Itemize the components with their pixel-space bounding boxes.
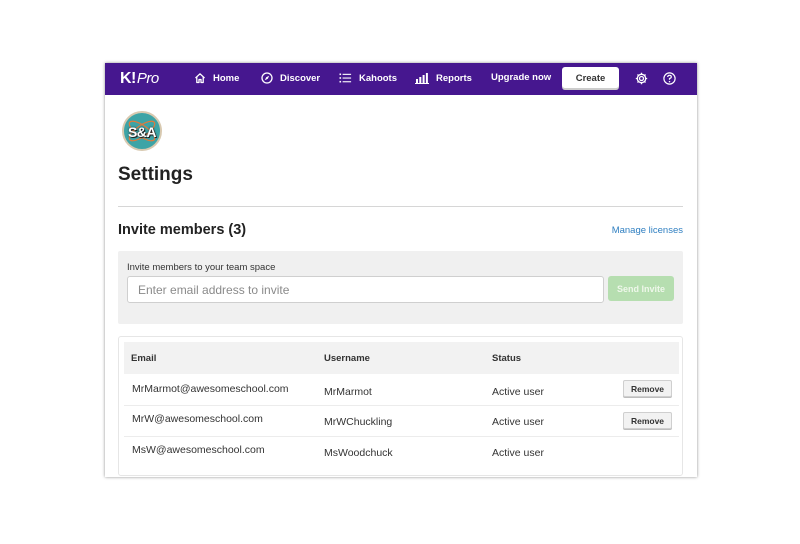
avatar-initials: S&A (127, 124, 157, 140)
table-row: MsW@awesomeschool.com MsWoodchuck Active… (124, 437, 679, 468)
home-icon (194, 72, 206, 84)
member-email: MsW@awesomeschool.com (132, 444, 265, 456)
top-nav: K! Pro Home Discover Kahoots Reports Upg… (105, 63, 697, 95)
team-avatar: S&A (122, 111, 162, 151)
remove-member-button[interactable]: Remove (623, 380, 672, 397)
compass-icon (261, 72, 273, 84)
nav-reports[interactable]: Reports (415, 72, 472, 84)
bar-chart-icon (415, 72, 429, 84)
kahoot-pro-logo[interactable]: K! Pro (120, 70, 159, 88)
divider (118, 206, 683, 207)
table-header: Email Username Status (124, 342, 679, 374)
app-window: K! Pro Home Discover Kahoots Reports Upg… (105, 63, 697, 477)
table-row: MrW@awesomeschool.com MrWChuckling Activ… (124, 406, 679, 437)
member-username: MsWoodchuck (324, 447, 393, 459)
member-status: Active user (492, 447, 544, 459)
members-table: Email Username Status MrMarmot@awesomesc… (118, 336, 683, 476)
page-title: Settings (118, 164, 193, 185)
invite-label: Invite members to your team space (127, 262, 276, 273)
logo-pro: Pro (136, 70, 159, 87)
member-email: MrMarmot@awesomeschool.com (132, 383, 289, 395)
nav-home-label: Home (213, 72, 240, 84)
manage-licenses-link[interactable]: Manage licenses (612, 225, 683, 236)
remove-member-button[interactable]: Remove (623, 412, 672, 429)
header-status: Status (492, 353, 522, 364)
header-email: Email (131, 353, 157, 364)
nav-discover[interactable]: Discover (261, 72, 320, 84)
send-invite-button[interactable]: Send Invite (608, 276, 674, 301)
invite-email-input[interactable] (127, 276, 604, 303)
invite-panel: Invite members to your team space Send I… (118, 251, 683, 324)
nav-home[interactable]: Home (194, 72, 239, 84)
member-status: Active user (492, 416, 544, 428)
nav-reports-label: Reports (436, 72, 472, 84)
upgrade-now-link[interactable]: Upgrade now (491, 72, 551, 83)
list-icon (339, 72, 352, 84)
gear-icon[interactable] (635, 72, 648, 90)
nav-kahoots-label: Kahoots (359, 72, 397, 84)
member-username: MrWChuckling (324, 416, 393, 428)
nav-kahoots[interactable]: Kahoots (339, 72, 397, 84)
create-button[interactable]: Create (562, 67, 619, 90)
invite-members-heading: Invite members (3) (118, 222, 247, 238)
member-email: MrW@awesomeschool.com (132, 413, 263, 425)
member-status: Active user (492, 386, 544, 398)
logo-main: K! (120, 70, 136, 87)
nav-discover-label: Discover (280, 72, 321, 84)
header-username: Username (324, 353, 370, 364)
help-icon[interactable] (663, 72, 676, 90)
member-username: MrMarmot (324, 386, 372, 398)
table-row: MrMarmot@awesomeschool.com MrMarmot Acti… (124, 375, 679, 406)
